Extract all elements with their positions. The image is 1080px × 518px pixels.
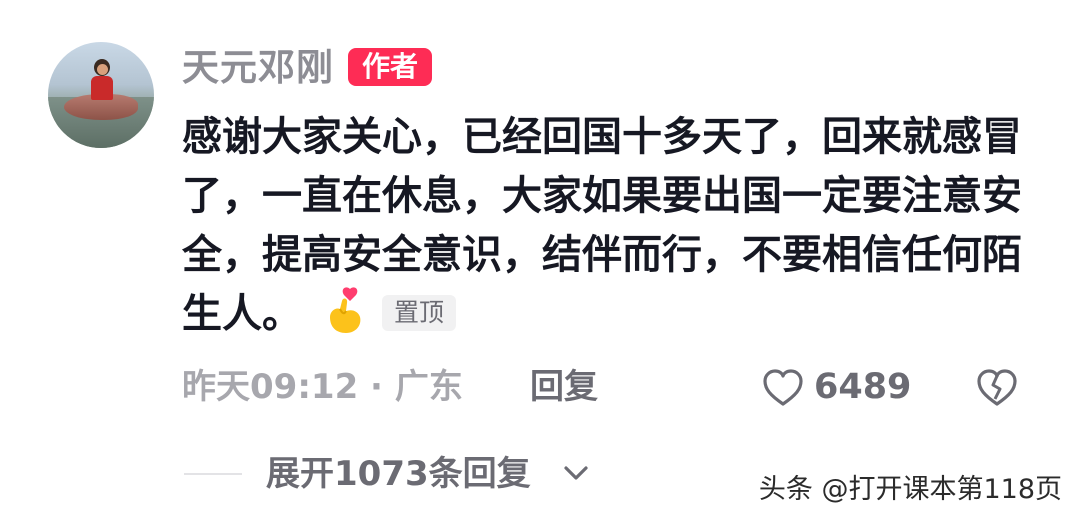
- chevron-down-icon[interactable]: [562, 462, 590, 484]
- pinned-badge: 置顶: [382, 295, 457, 331]
- broken-heart-icon[interactable]: [976, 368, 1018, 408]
- username[interactable]: 天元邓刚: [182, 44, 334, 92]
- like-count: 6489: [814, 367, 912, 407]
- divider-line: [184, 473, 242, 475]
- heart-icon[interactable]: [762, 368, 804, 408]
- author-badge: 作者: [348, 48, 432, 86]
- comment-time-location: 昨天09:12 · 广东: [182, 367, 463, 407]
- expand-replies-button[interactable]: 展开1073条回复: [266, 451, 531, 497]
- comment-body: 感谢大家关心，已经回国十多天了，回来就感冒了，一直在休息，大家如果要出国一定要注…: [182, 108, 1022, 344]
- avatar[interactable]: [48, 42, 154, 148]
- watermark: 头条 @打开课本第118页: [758, 474, 1062, 505]
- comment-text: 感谢大家关心，已经回国十多天了，回来就感冒了，一直在休息，大家如果要出国一定要注…: [182, 114, 1022, 337]
- reply-button[interactable]: 回复: [530, 364, 598, 410]
- hand-heart-emoji-icon: [330, 287, 361, 333]
